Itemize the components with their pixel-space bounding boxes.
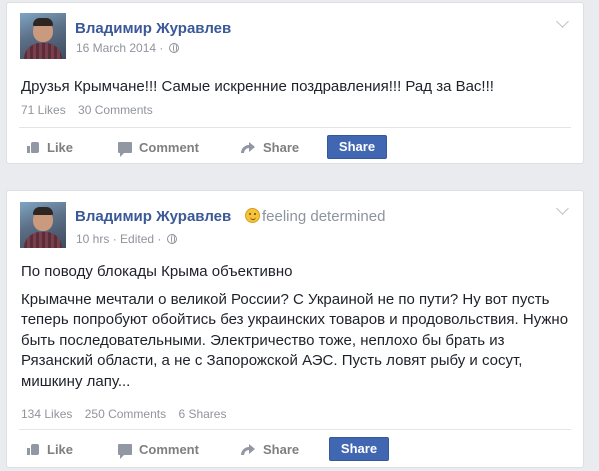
author-name[interactable]: Владимир Журавлев: [75, 20, 231, 37]
action-bar: Like Comment Share Share: [19, 127, 571, 166]
edited-label[interactable]: Edited: [120, 232, 154, 246]
post-text: По поводу блокады Крыма объективно Крыма…: [21, 262, 571, 399]
chevron-down-icon[interactable]: [556, 202, 569, 215]
feeling-status: feeling determined: [245, 208, 385, 225]
share-link[interactable]: Share: [241, 140, 299, 155]
post-timestamp[interactable]: 10 hrs: [76, 232, 109, 246]
share-label: Share: [263, 442, 300, 457]
comment-button[interactable]: Comment: [118, 140, 199, 157]
like-button[interactable]: Like: [27, 140, 73, 155]
post-stats: 134 Likes 250 Comments 6 Shares: [21, 407, 235, 421]
globe-icon[interactable]: [168, 43, 179, 53]
thumbs-up-icon: [27, 443, 40, 455]
share-arrow-icon: [241, 142, 256, 153]
post-card: Владимир Журавлев 16 March 2014 · Друзья…: [6, 2, 584, 164]
share-link[interactable]: Share: [241, 442, 299, 457]
comment-button[interactable]: Comment: [118, 442, 199, 459]
post-text: Друзья Крымчане!!! Самые искренние поздр…: [21, 77, 571, 105]
comments-count[interactable]: 30 Comments: [78, 103, 153, 117]
author-avatar[interactable]: [20, 202, 66, 248]
author-name[interactable]: Владимир Журавлев: [75, 208, 231, 225]
feeling-text: feeling determined: [262, 208, 386, 225]
post-timestamp[interactable]: 16 March 2014: [76, 41, 156, 55]
like-button[interactable]: Like: [27, 442, 73, 457]
post-paragraph: Друзья Крымчане!!! Самые искренние поздр…: [21, 78, 494, 95]
author-avatar[interactable]: [20, 13, 66, 59]
comments-count[interactable]: 250 Comments: [85, 407, 166, 421]
comment-icon: [118, 142, 132, 157]
share-label: Share: [263, 140, 300, 155]
shares-count[interactable]: 6 Shares: [178, 407, 226, 421]
post-paragraph: По поводу блокады Крыма объективно: [21, 263, 293, 280]
action-bar: Like Comment Share Share: [19, 429, 571, 468]
post-stats: 71 Likes 30 Comments: [21, 103, 162, 117]
comment-label: Comment: [139, 442, 199, 457]
share-arrow-icon: [241, 444, 256, 455]
comment-label: Comment: [139, 140, 199, 155]
chevron-down-icon[interactable]: [556, 15, 569, 28]
post-paragraph: Крымачне мечтали о великой России? С Укр…: [21, 290, 569, 390]
like-label: Like: [47, 140, 74, 155]
likes-count[interactable]: 71 Likes: [21, 103, 66, 117]
determined-emoji-icon: [245, 208, 260, 223]
thumbs-up-icon: [27, 141, 40, 153]
likes-count[interactable]: 134 Likes: [21, 407, 72, 421]
post-card: Владимир Журавлев feeling determined 10 …: [6, 190, 584, 468]
globe-icon[interactable]: [166, 234, 177, 244]
meta-separator: ·: [159, 41, 164, 55]
post-meta: 16 March 2014 ·: [76, 41, 179, 55]
post-meta: 10 hrs · Edited ·: [76, 232, 177, 246]
comment-icon: [118, 444, 132, 459]
like-label: Like: [47, 442, 74, 457]
meta-separator: ·: [157, 232, 162, 246]
share-button[interactable]: Share: [329, 437, 389, 461]
share-button[interactable]: Share: [327, 135, 387, 159]
meta-separator: ·: [112, 232, 117, 246]
